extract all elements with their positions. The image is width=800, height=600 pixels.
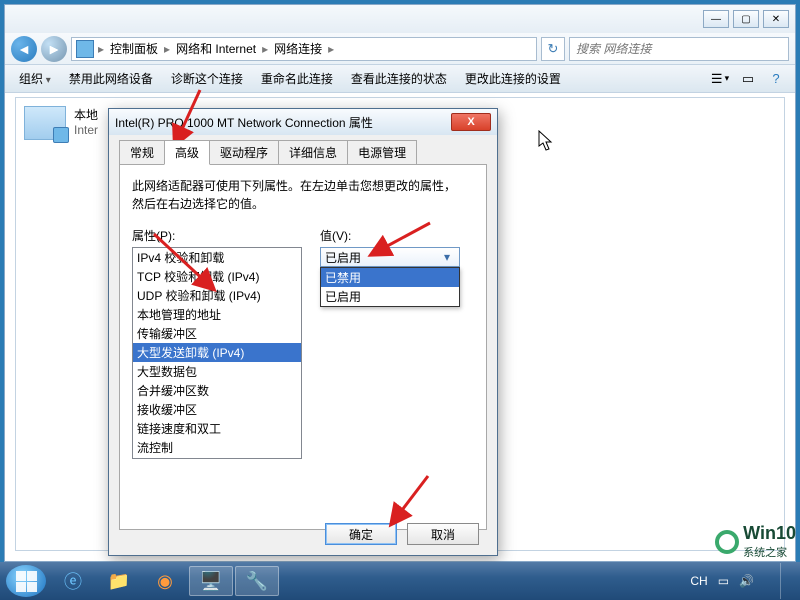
value-current: 已启用: [325, 249, 361, 266]
change-settings-button[interactable]: 更改此连接的设置: [457, 66, 569, 91]
forward-button[interactable]: ►: [41, 36, 67, 62]
taskbar: ⓔ 📁 ◉ 🖥️ 🔧 CH ▭ 🔊: [0, 562, 800, 600]
value-option[interactable]: 已禁用: [321, 268, 459, 287]
property-item[interactable]: TCP 校验和卸载 (IPv4): [133, 267, 301, 286]
tab-driver[interactable]: 驱动程序: [209, 140, 279, 165]
tray-speaker-icon[interactable]: 🔊: [739, 574, 754, 588]
network-adapter-icon: [24, 106, 66, 140]
value-label: 值(V):: [320, 227, 460, 244]
location-icon: [76, 40, 94, 58]
property-item[interactable]: 本地管理的地址: [133, 305, 301, 324]
taskbar-explorer-icon[interactable]: 📁: [97, 566, 141, 596]
navigation-bar: ◄ ► ▸ 控制面板 ▸ 网络和 Internet ▸ 网络连接 ▸ ↻: [5, 33, 795, 65]
dialog-close-button[interactable]: X: [451, 113, 491, 131]
taskbar-networkconnections-icon[interactable]: 🖥️: [189, 566, 233, 596]
property-item[interactable]: 大型数据包: [133, 362, 301, 381]
command-bar: 组织 禁用此网络设备 诊断这个连接 重命名此连接 查看此连接的状态 更改此连接的…: [5, 65, 795, 93]
view-status-button[interactable]: 查看此连接的状态: [343, 66, 455, 91]
minimize-button[interactable]: —: [703, 10, 729, 28]
network-connection-item[interactable]: 本地 Inter: [24, 106, 98, 140]
refresh-button[interactable]: ↻: [541, 37, 565, 61]
property-item[interactable]: IPv4 校验和卸载: [133, 248, 301, 267]
connection-name: 本地: [74, 106, 98, 123]
dialog-title: Intel(R) PRO/1000 MT Network Connection …: [115, 114, 451, 131]
property-item[interactable]: 流控制: [133, 438, 301, 457]
breadcrumb-item[interactable]: 控制面板: [104, 40, 164, 57]
diagnose-button[interactable]: 诊断这个连接: [163, 66, 251, 91]
property-item[interactable]: 大型发送卸载 (IPv4): [133, 343, 301, 362]
adapter-properties-dialog: Intel(R) PRO/1000 MT Network Connection …: [108, 108, 498, 556]
tab-advanced[interactable]: 高级: [164, 140, 210, 165]
property-item[interactable]: 链接速度和双工: [133, 419, 301, 438]
titlebar: — ▢ ✕: [5, 5, 795, 33]
breadcrumb-item[interactable]: 网络连接: [268, 40, 328, 57]
preview-pane-button[interactable]: ▭: [735, 68, 761, 90]
search-input[interactable]: [569, 37, 789, 61]
view-mode-button[interactable]: ☰: [707, 68, 733, 90]
ime-indicator[interactable]: CH: [690, 574, 707, 588]
value-dropdown: 已禁用已启用: [320, 267, 460, 307]
close-button[interactable]: ✕: [763, 10, 789, 28]
maximize-button[interactable]: ▢: [733, 10, 759, 28]
taskbar-ie-icon[interactable]: ⓔ: [51, 566, 95, 596]
address-bar[interactable]: ▸ 控制面板 ▸ 网络和 Internet ▸ 网络连接 ▸: [71, 37, 537, 61]
breadcrumb-item[interactable]: 网络和 Internet: [170, 40, 262, 57]
tab-details[interactable]: 详细信息: [278, 140, 348, 165]
connection-adapter: Inter: [74, 123, 98, 137]
back-button[interactable]: ◄: [11, 36, 37, 62]
cancel-button[interactable]: 取消: [407, 523, 479, 545]
property-item[interactable]: 优先级和 VLAN: [133, 457, 301, 459]
system-tray: CH ▭ 🔊: [690, 563, 794, 599]
property-item[interactable]: 传输缓冲区: [133, 324, 301, 343]
value-option[interactable]: 已启用: [321, 287, 459, 306]
tab-strip: 常规 高级 驱动程序 详细信息 电源管理: [109, 135, 497, 164]
property-item[interactable]: 接收缓冲区: [133, 400, 301, 419]
dialog-titlebar: Intel(R) PRO/1000 MT Network Connection …: [109, 109, 497, 135]
property-label: 属性(P):: [132, 227, 302, 244]
chevron-down-icon: ▾: [439, 250, 455, 264]
value-combobox[interactable]: 已启用 ▾: [320, 247, 460, 267]
instruction-text: 此网络适配器可使用下列属性。在左边单击您想更改的属性， 然后在右边选择它的值。: [132, 177, 474, 213]
property-item[interactable]: UDP 校验和卸载 (IPv4): [133, 286, 301, 305]
property-item[interactable]: 合并缓冲区数: [133, 381, 301, 400]
taskbar-properties-icon[interactable]: 🔧: [235, 566, 279, 596]
property-listbox[interactable]: IPv4 校验和卸载TCP 校验和卸载 (IPv4)UDP 校验和卸载 (IPv…: [132, 247, 302, 459]
rename-button[interactable]: 重命名此连接: [253, 66, 341, 91]
organize-button[interactable]: 组织: [11, 66, 59, 91]
show-desktop-button[interactable]: [780, 563, 790, 599]
taskbar-mediaplayer-icon[interactable]: ◉: [143, 566, 187, 596]
ok-button[interactable]: 确定: [325, 523, 397, 545]
disable-device-button[interactable]: 禁用此网络设备: [61, 66, 161, 91]
tray-flag-icon[interactable]: ▭: [718, 574, 729, 588]
tab-panel-advanced: 此网络适配器可使用下列属性。在左边单击您想更改的属性， 然后在右边选择它的值。 …: [119, 164, 487, 530]
tab-power[interactable]: 电源管理: [347, 140, 417, 165]
start-button[interactable]: [6, 565, 46, 597]
help-button[interactable]: ?: [763, 68, 789, 90]
tab-general[interactable]: 常规: [119, 140, 165, 165]
